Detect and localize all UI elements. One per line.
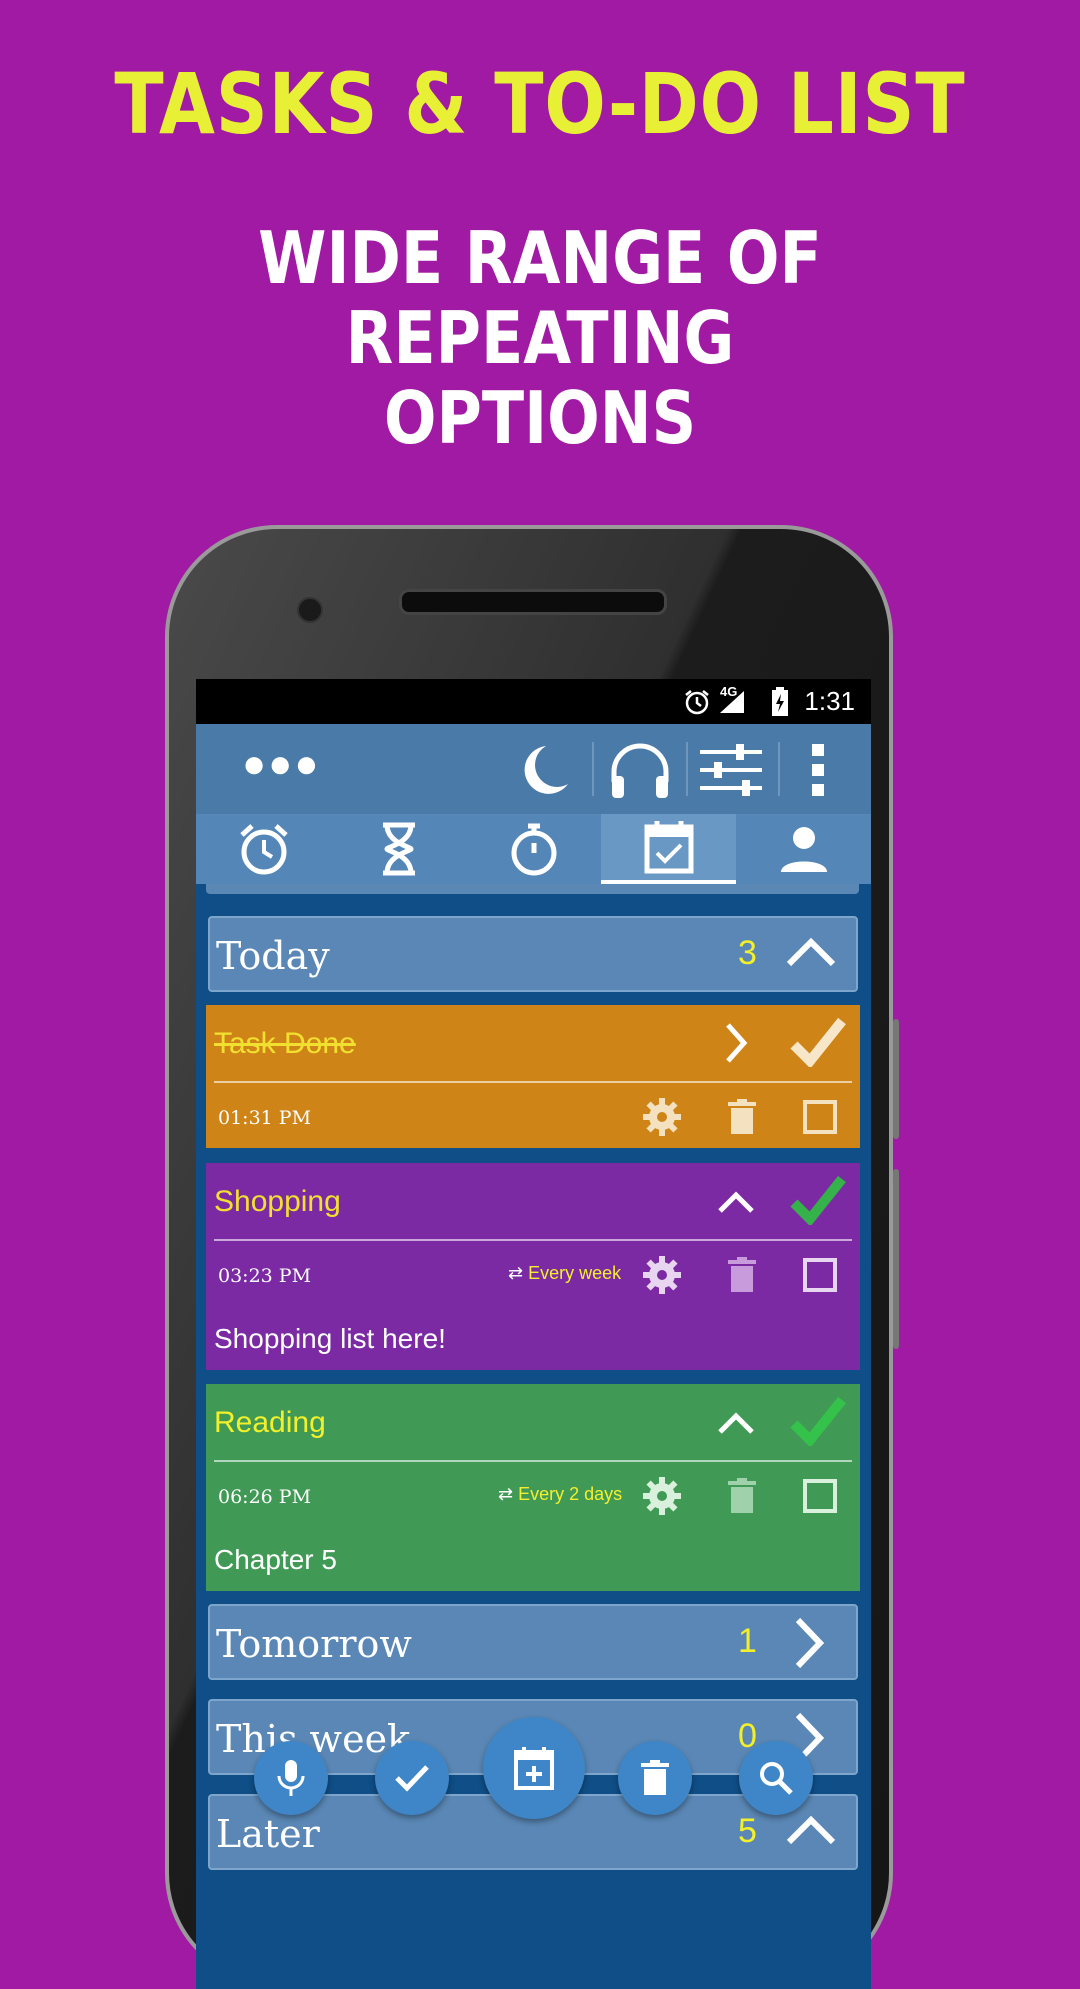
status-time: 1:31 [804,686,855,716]
check-icon[interactable] [790,1396,846,1446]
trash-icon[interactable] [728,1257,756,1293]
stopwatch-icon [511,823,556,876]
task-note: Chapter 5 [214,1544,337,1575]
check-icon [395,1765,429,1792]
person-icon [780,827,827,872]
task-card-shopping[interactable]: Shopping 03:23 PM ⇄ Every week Shopping … [206,1163,860,1370]
section-label: Tomorrow [216,1622,412,1666]
section-tomorrow[interactable]: Tomorrow 1 [208,1604,858,1680]
search-button[interactable] [739,1741,813,1815]
gear-icon[interactable] [642,1097,682,1137]
trash-icon[interactable] [728,1478,756,1514]
more-horizontal-icon[interactable]: ●●● [242,742,320,787]
chevron-right-icon[interactable] [792,1616,828,1670]
task-list: Today 3 Task Done 01:31 PM Shopping 03:2… [196,884,871,1989]
task-card-done[interactable]: Task Done 01:31 PM [206,1005,860,1148]
overflow-menu-icon[interactable] [810,742,826,798]
calendar-check-icon [644,821,693,874]
toolbar-divider [778,742,780,796]
repeat-icon: ⇄ [508,1263,524,1283]
tab-tasks[interactable] [601,814,736,884]
toolbar-divider [592,742,594,796]
promo-subline-2: REPEATING [345,296,735,380]
earpiece-speaker [399,589,667,615]
list-top-edge [206,884,859,894]
delete-button[interactable] [618,1741,692,1815]
promo-subline-3: OPTIONS [383,376,697,460]
repeat-icon: ⇄ [498,1484,514,1504]
task-card-reading[interactable]: Reading 06:26 PM ⇄ Every 2 days Chapter … [206,1384,860,1591]
task-divider [214,1460,852,1462]
repeat-info: ⇄ Every 2 days [498,1484,622,1505]
gear-icon[interactable] [642,1255,682,1295]
phone-volume-button [893,1169,899,1349]
sliders-icon[interactable] [696,738,766,802]
chevron-up-icon[interactable] [785,930,837,978]
chevron-up-icon[interactable] [785,1808,837,1856]
add-task-button[interactable] [483,1717,585,1819]
hourglass-icon [382,822,415,876]
chevron-up-icon[interactable] [716,1410,756,1436]
check-icon[interactable] [790,1175,846,1225]
section-today[interactable]: Today 3 [208,916,858,992]
alarm-status-icon [685,690,709,715]
task-time: 06:26 PM [218,1486,312,1508]
task-divider [214,1239,852,1241]
mark-done-button[interactable] [375,1741,449,1815]
repeat-label: Every week [528,1263,622,1283]
task-time: 01:31 PM [218,1107,312,1129]
task-time: 03:23 PM [218,1265,312,1287]
tab-stopwatch[interactable] [466,814,601,884]
repeat-label: Every 2 days [518,1484,623,1504]
headphones-icon[interactable] [606,738,674,802]
phone-side-button [893,1019,899,1139]
promo-subline-1: WIDE RANGE OF [258,216,822,300]
signal-icon [720,691,744,713]
microphone-button[interactable] [254,1741,328,1815]
checkbox-icon[interactable] [802,1257,838,1293]
section-count: 5 [738,1812,757,1850]
task-title: Reading [214,1406,326,1439]
tab-bar [196,814,871,884]
checkbox-icon[interactable] [802,1099,838,1135]
task-divider [214,1081,852,1083]
toolbar-divider [686,742,688,796]
gear-icon[interactable] [642,1476,682,1516]
checkbox-icon[interactable] [802,1478,838,1514]
status-bar: 4G 1:31 [196,679,871,724]
tab-timer[interactable] [331,814,466,884]
task-note: Shopping list here! [214,1323,446,1354]
front-camera [297,597,323,623]
app-screen: 4G 1:31 ●●● Today 3 Task Done 01:31 PM S… [196,679,871,1989]
trash-icon[interactable] [728,1099,756,1135]
add-calendar-icon [514,1747,554,1790]
microphone-icon [277,1760,305,1796]
section-label: Later [216,1812,320,1856]
chevron-right-icon[interactable] [722,1021,750,1065]
check-done-icon[interactable] [790,1017,846,1067]
trash-icon [641,1760,669,1795]
search-icon [760,1762,793,1795]
promo-headline: TASKS & TO-DO LIST [114,55,966,153]
phone-frame: 4G 1:31 ●●● Today 3 Task Done 01:31 PM S… [165,525,899,1989]
tab-profile[interactable] [736,814,871,884]
promo-subline: WIDE RANGE OF REPEATING OPTIONS [76,218,1005,458]
task-title: Shopping [214,1185,341,1218]
battery-charging-icon [772,687,788,716]
alarm-clock-icon [239,824,288,875]
night-mode-icon[interactable] [514,740,570,800]
repeat-info: ⇄ Every week [508,1263,621,1284]
section-label: Today [216,934,330,978]
tab-alarm[interactable] [196,814,331,884]
section-count: 3 [738,934,757,972]
app-toolbar: ●●● [196,724,871,814]
task-title: Task Done [214,1027,356,1060]
section-count: 1 [738,1622,757,1660]
chevron-up-icon[interactable] [716,1189,756,1215]
